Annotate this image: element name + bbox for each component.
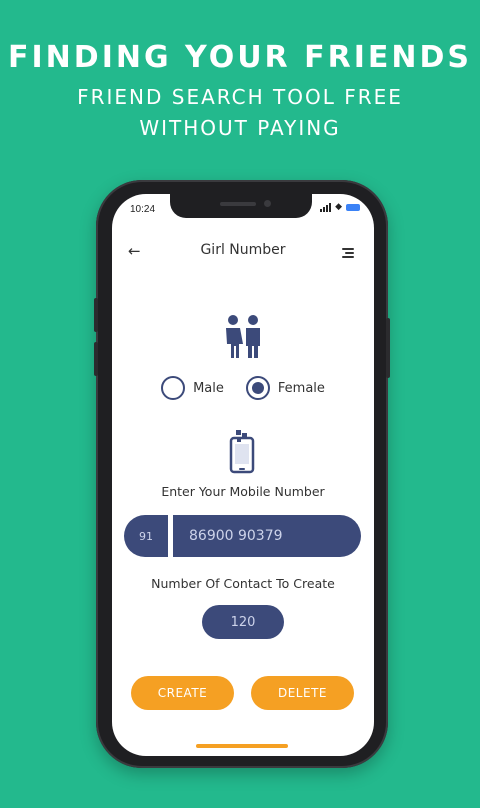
- front-camera: [264, 200, 271, 207]
- delete-button[interactable]: DELETE: [251, 676, 354, 710]
- phone-volume-button: [94, 298, 98, 332]
- home-indicator[interactable]: [196, 744, 288, 748]
- speaker-grille: [220, 202, 256, 206]
- gender-radio-group: Male Female: [112, 376, 374, 400]
- couple-icon: [222, 314, 264, 364]
- radio-button-female[interactable]: [245, 376, 270, 400]
- status-time: 10:24: [130, 204, 156, 215]
- wifi-icon: ◆: [335, 202, 342, 212]
- page-title: Girl Number: [200, 242, 286, 258]
- radio-male[interactable]: Male: [161, 376, 224, 400]
- signal-icon: [320, 203, 332, 212]
- country-code-field[interactable]: 91: [124, 515, 168, 557]
- contact-count-input[interactable]: 120: [202, 605, 284, 639]
- promo-subtitle-line1: FRIEND SEARCH TOOL FREE: [77, 85, 403, 109]
- smartphone-icon: [228, 430, 258, 478]
- mobile-number-input[interactable]: 86900 90379: [173, 515, 361, 557]
- promo-title: FINDING YOUR FRIENDS: [8, 40, 472, 75]
- create-button[interactable]: CREATE: [131, 676, 234, 710]
- promo-subtitle-line2: WITHOUT PAYING: [139, 116, 341, 140]
- contact-count-label: Number Of Contact To Create: [151, 576, 335, 591]
- phone-notch: [170, 194, 312, 218]
- app-screen: 10:24 ◆ ← Girl Number Male Female Enter …: [112, 194, 374, 756]
- battery-icon: [346, 204, 360, 211]
- phone-volume-button: [94, 342, 98, 376]
- radio-label-female: Female: [277, 380, 325, 396]
- radio-female[interactable]: Female: [245, 376, 325, 400]
- phone-side-button: [386, 318, 390, 378]
- menu-icon[interactable]: [342, 248, 354, 258]
- mobile-number-label: Enter Your Mobile Number: [161, 484, 325, 499]
- radio-button-male[interactable]: [161, 376, 186, 400]
- status-icons: ◆: [320, 203, 360, 212]
- radio-label-male: Male: [193, 380, 224, 396]
